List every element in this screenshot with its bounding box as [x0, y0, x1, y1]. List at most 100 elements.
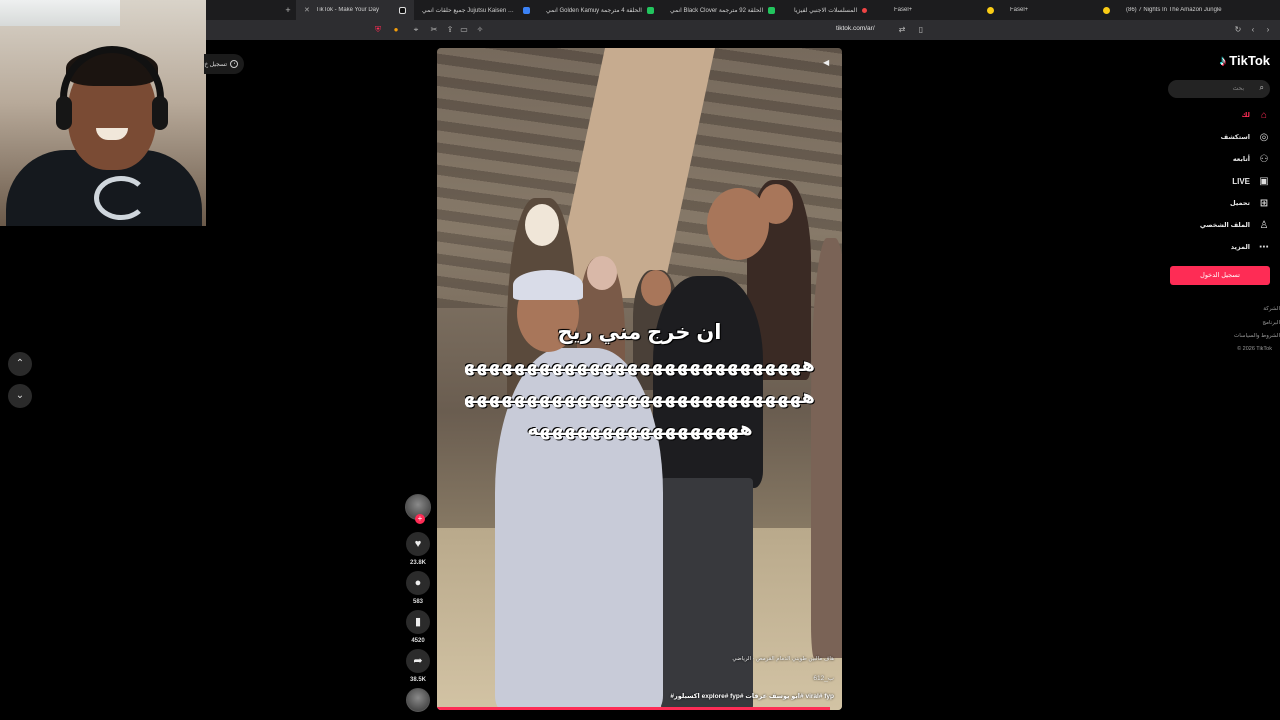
music-disc-icon[interactable] [406, 688, 430, 712]
close-tab-icon[interactable]: ✕ [304, 6, 310, 14]
browser-tab-bar: + ✕ TikTok - Make Your Day جميع حلقات ان… [206, 0, 1280, 20]
browser-tab[interactable]: انمي Golden Kamuy الحلقة 4 مترجمة [538, 0, 662, 20]
mute-icon[interactable]: ◀ [823, 58, 832, 67]
tiktok-logo[interactable]: ♪ TikTok [1220, 53, 1270, 68]
tab-label: Fasel+ [894, 7, 913, 13]
site-favicon-icon [1103, 6, 1110, 14]
video-person [811, 238, 842, 658]
video-player[interactable]: ان خرج مني ريح ههههههههههههههههههههههههه… [437, 48, 842, 710]
upload-icon: ⊞ [1259, 197, 1269, 209]
video-progress-bar[interactable] [437, 707, 830, 710]
new-tab-button[interactable]: + [280, 5, 296, 15]
video-username[interactable]: 612_ب [813, 674, 834, 682]
bookmark-icon[interactable]: ▯ [915, 24, 927, 36]
sidebar-item-label: المزيد [1230, 244, 1250, 251]
like-count: 23.8K [409, 560, 426, 566]
site-favicon-icon [646, 6, 654, 14]
search-input[interactable]: بحث ⌕ [1168, 80, 1270, 98]
chevron-down-icon: ⌄ [15, 390, 25, 401]
sidebar-item-label: لك [1241, 112, 1251, 119]
extension-icon[interactable]: ● [390, 24, 402, 36]
sidebar-item-for-you[interactable]: لك ⌂ [1242, 107, 1271, 123]
browser-tab[interactable]: جميع حلقات انمي Jujutsu Kaisen ملون [414, 0, 538, 20]
follow-plus-icon[interactable]: + [415, 514, 425, 524]
reader-icon[interactable]: ▭ [458, 24, 470, 36]
home-icon: ⌂ [1260, 109, 1268, 121]
like-button[interactable]: ♥ [406, 532, 430, 556]
site-favicon-icon [987, 6, 994, 14]
sidebar-item-live[interactable]: LIVE ▣ [1232, 173, 1270, 189]
share-count: 38.5K [409, 677, 426, 683]
site-favicon-icon [768, 6, 776, 14]
webcam-background-window [0, 0, 120, 26]
site-favicon-icon [523, 6, 530, 14]
tab-label: انمي Golden Kamuy الحلقة 4 مترجمة [546, 7, 642, 14]
video-boy-cap [513, 270, 583, 300]
video-caption-laugh: هههههههههههههههههههههههههههههههه [465, 355, 815, 376]
tab-label: TikTok - Make Your Day [315, 7, 380, 13]
share-arrow-icon: ➦ [413, 655, 423, 667]
back-pill-label: تسجيل خ [204, 61, 227, 68]
browser-tab[interactable]: Fasel+ [886, 0, 1002, 20]
heart-icon: ♥ [414, 538, 422, 550]
webcam-headphone-cup-left [56, 96, 72, 130]
pin-icon[interactable]: ⌖ [410, 24, 422, 36]
back-pill-button[interactable]: تسجيل خ ◔ [204, 54, 244, 74]
wand-icon[interactable]: ✧ [474, 24, 486, 36]
sidebar-item-explore[interactable]: استكشف ◎ [1221, 129, 1270, 145]
sidebar-item-profile[interactable]: الملف الشخصي ♙ [1200, 217, 1270, 233]
forward-icon[interactable]: › [1262, 24, 1274, 36]
video-caption-laugh: هههههههههههههههههههههههههههههههه [465, 387, 815, 408]
browser-address-bar: ⛨ ● ⌖ ✂ ⇪ ▭ ✧ tiktok.com/ar/ ⇄ ▯ ↻ ‹ › [206, 20, 1280, 40]
share-button[interactable]: ➦ [406, 649, 430, 673]
screenshot-icon[interactable]: ✂ [428, 24, 440, 36]
sidebar-item-following[interactable]: أتابعه ⚇ [1233, 151, 1270, 167]
share-page-icon[interactable]: ⇪ [444, 24, 456, 36]
video-person-headscarf [525, 204, 559, 246]
comment-button[interactable]: ● [406, 571, 430, 595]
browser-tab[interactable]: ✕ TikTok - Make Your Day [296, 0, 414, 20]
footer-link[interactable]: البرنامج [1262, 320, 1280, 326]
save-button[interactable]: ▮ [406, 610, 430, 634]
more-icon: ⋯ [1259, 241, 1269, 253]
sidebar-item-label: أتابعه [1232, 156, 1250, 163]
browser-tab[interactable]: المسلسلات الاجنبي لفيزيا [786, 0, 886, 20]
tab-label: المسلسلات الاجنبي لفيزيا [794, 7, 858, 14]
copyright-text: © 2026 TikTok [1237, 346, 1272, 352]
comment-count: 583 [412, 599, 423, 605]
next-video-button[interactable]: ⌄ [8, 384, 32, 408]
tab-label: جميع حلقات انمي Jujutsu Kaisen ملون [422, 7, 518, 14]
translate-icon[interactable]: ⇄ [896, 24, 908, 36]
login-button[interactable]: تسجيل الدخول [1170, 266, 1270, 285]
sidebar: ♪ TikTok بحث ⌕ لك ⌂ استكشف ◎ أتابعه ⚇ LI… [1164, 48, 1280, 368]
sidebar-item-upload[interactable]: تحميل ⊞ [1230, 195, 1270, 211]
live-icon: ▣ [1259, 175, 1269, 187]
search-placeholder: بحث [1232, 86, 1244, 92]
creator-avatar[interactable]: + [405, 494, 431, 524]
webcam-headphone-cup-right [152, 96, 168, 130]
profile-icon: ♙ [1259, 219, 1269, 231]
sidebar-item-label: LIVE [1232, 176, 1250, 186]
shield-icon[interactable]: ⛨ [372, 24, 384, 36]
video-caption-title: ان خرج مني ريح [557, 321, 722, 344]
back-icon[interactable]: ‹ [1247, 24, 1259, 36]
screen: + ✕ TikTok - Make Your Day جميع حلقات ان… [0, 0, 1280, 720]
sidebar-item-more[interactable]: المزيد ⋯ [1231, 239, 1270, 255]
browser-tab[interactable]: (86) 7 Nights In The Amazon Jungle [1118, 0, 1250, 20]
reload-icon[interactable]: ↻ [1232, 24, 1244, 36]
search-icon[interactable]: ⌕ [1260, 83, 1264, 93]
following-icon: ⚇ [1259, 153, 1269, 165]
webcam-overlay [0, 0, 206, 226]
browser-tab[interactable]: Fasel+ [1002, 0, 1118, 20]
previous-video-button[interactable]: ⌃ [8, 352, 32, 376]
video-boy-face [707, 188, 769, 260]
video-caption-laugh: هههههههههههههههههه [527, 419, 753, 440]
url-field[interactable]: tiktok.com/ar/ [836, 25, 875, 32]
browser-tab[interactable]: انمي Black Clover الحلقة 92 مترجمة [662, 0, 786, 20]
sidebar-item-label: الملف الشخصي [1199, 222, 1250, 229]
video-hashtags[interactable]: #اكسبلور explore# fyp# ابو يوسف عرفات# v… [670, 692, 834, 700]
footer-link[interactable]: الشروط والسياسات [1234, 333, 1280, 339]
footer-link[interactable]: الشركة [1263, 306, 1280, 312]
webcam-hoodie-logo [94, 176, 148, 220]
chevron-up-icon: ⌃ [15, 358, 25, 369]
